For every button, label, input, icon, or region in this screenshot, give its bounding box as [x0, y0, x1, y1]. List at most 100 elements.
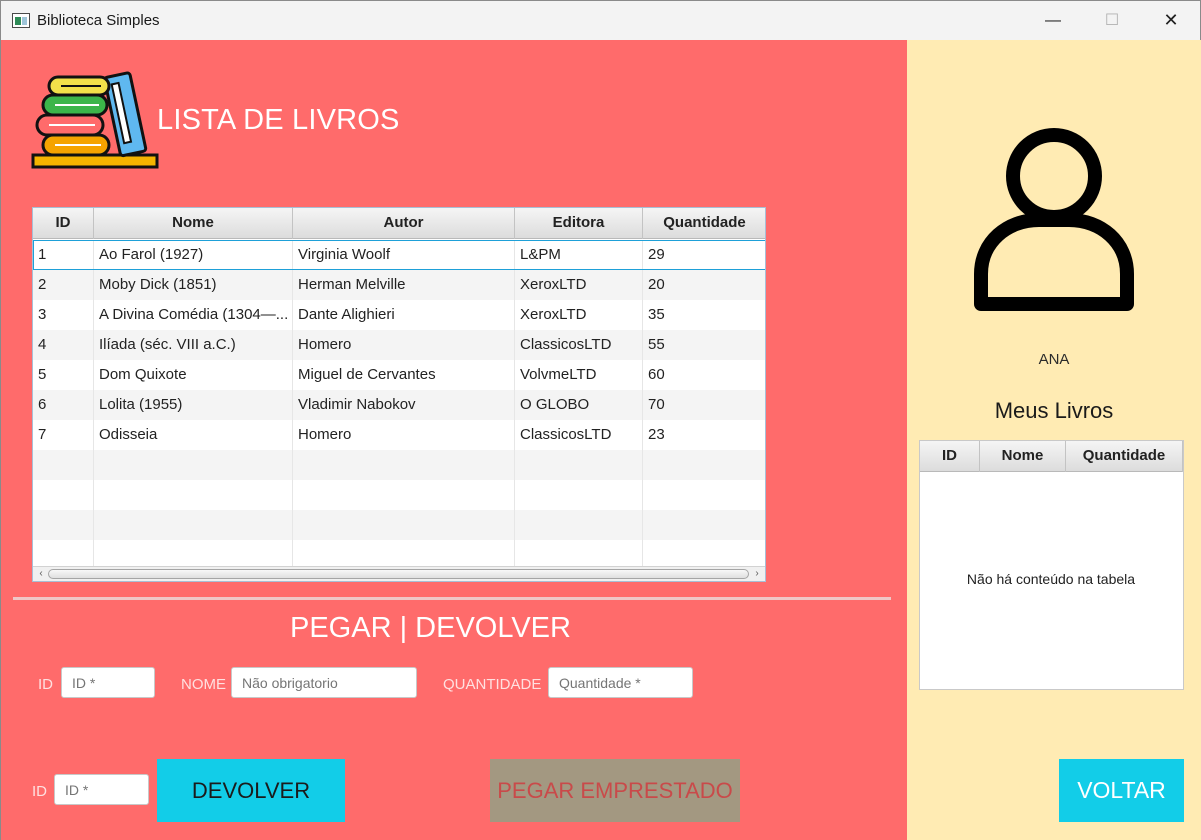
table-cell-autor: Dante Alighieri: [293, 300, 515, 330]
section-divider: [13, 597, 891, 600]
my-books-table-header: ID Nome Quantidade: [920, 441, 1183, 472]
table-cell-quantidade: [643, 510, 765, 540]
loan-id-label: ID: [38, 676, 53, 693]
my-books-table[interactable]: ID Nome Quantidade Não há conteúdo na tabe…: [919, 440, 1184, 690]
user-name: ANA: [1038, 351, 1070, 368]
return-id-input[interactable]: [54, 774, 149, 805]
table-cell-autor: [293, 450, 515, 480]
table-cell-editora: VolvmeLTD: [515, 360, 643, 390]
table-cell-autor: Homero: [293, 420, 515, 450]
table-cell-quantidade: 70: [643, 390, 765, 420]
books-icon: [31, 71, 159, 169]
table-cell-nome: Ilíada (séc. VIII a.C.): [94, 330, 293, 360]
table-cell-autor: [293, 510, 515, 540]
table-cell-nome: [94, 480, 293, 510]
table-cell-editora: [515, 480, 643, 510]
column-header[interactable]: Nome: [980, 441, 1066, 472]
table-cell-autor: Virginia Woolf: [293, 240, 515, 270]
loan-quantidade-input[interactable]: [548, 667, 693, 698]
voltar-button[interactable]: VOLTAR: [1059, 759, 1184, 822]
horizontal-scrollbar[interactable]: ‹ ›: [33, 566, 765, 581]
table-cell-quantidade: 60: [643, 360, 765, 390]
user-panel: ANA Meus Livros ID Nome Quantidade Não há …: [907, 40, 1201, 840]
app-window: Biblioteca Simples — ☐ ✕ LISTA DE LIVROS…: [0, 0, 1201, 840]
table-cell-editora: [515, 510, 643, 540]
column-header[interactable]: Quantidade: [1066, 441, 1183, 472]
books-table-header: ID Nome Autor Editora Quantidade: [33, 208, 765, 239]
scroll-right-icon[interactable]: ›: [750, 567, 764, 581]
column-header[interactable]: Nome: [94, 208, 293, 239]
user-icon: [974, 128, 1134, 311]
table-cell-editora: ClassicosLTD: [515, 330, 643, 360]
loan-section-title: PEGAR | DEVOLVER: [290, 612, 571, 644]
table-cell-editora: O GLOBO: [515, 390, 643, 420]
table-cell-nome: [94, 450, 293, 480]
minimize-button[interactable]: —: [1024, 1, 1082, 40]
table-cell-nome: [94, 510, 293, 540]
pegar-emprestado-button[interactable]: PEGAR EMPRESTADO: [490, 759, 740, 822]
empty-table-message: Não há conteúdo na tabela: [966, 571, 1136, 587]
column-header[interactable]: ID: [920, 441, 980, 472]
scroll-left-icon[interactable]: ‹: [34, 567, 48, 581]
table-cell-id: [33, 450, 94, 480]
books-table[interactable]: ID Nome Autor Editora Quantidade 1 Ao Farol (…: [32, 207, 766, 582]
app-icon: [12, 13, 30, 28]
table-row[interactable]: 7 Odisseia Homero ClassicosLTD 23: [33, 420, 765, 450]
table-cell-autor: Miguel de Cervantes: [293, 360, 515, 390]
table-row[interactable]: 6 Lolita (1955) Vladimir Nabokov O GLOBO 70: [33, 390, 765, 420]
table-cell-autor: Vladimir Nabokov: [293, 390, 515, 420]
empty-table-row[interactable]: [33, 450, 765, 480]
table-cell-quantidade: 20: [643, 270, 765, 300]
table-cell-id: [33, 480, 94, 510]
table-cell-editora: ClassicosLTD: [515, 420, 643, 450]
my-books-title: Meus Livros: [994, 398, 1114, 423]
table-cell-id: 4: [33, 330, 94, 360]
table-cell-quantidade: [643, 450, 765, 480]
table-row[interactable]: 2 Moby Dick (1851) Herman Melville XeroxLTD…: [33, 270, 765, 300]
table-cell-autor: Homero: [293, 330, 515, 360]
maximize-button[interactable]: ☐: [1083, 1, 1141, 40]
table-cell-id: 1: [33, 240, 94, 270]
table-cell-quantidade: 55: [643, 330, 765, 360]
loan-id-input[interactable]: [61, 667, 155, 698]
column-header[interactable]: Quantidade: [643, 208, 765, 239]
devolver-button[interactable]: DEVOLVER: [157, 759, 345, 822]
table-row[interactable]: 5 Dom Quixote Miguel de Cervantes VolvmeLTD…: [33, 360, 765, 390]
table-cell-nome: A Divina Comédia (1304—...: [94, 300, 293, 330]
empty-table-row[interactable]: [33, 510, 765, 540]
loan-quantidade-label: QUANTIDADE: [443, 676, 542, 693]
table-cell-nome: Dom Quixote: [94, 360, 293, 390]
close-button[interactable]: ✕: [1142, 1, 1200, 40]
table-row[interactable]: 4 Ilíada (séc. VIII a.C.) Homero ClassicosL…: [33, 330, 765, 360]
table-cell-editora: L&PM: [515, 240, 643, 270]
empty-table-row[interactable]: [33, 480, 765, 510]
table-cell-editora: XeroxLTD: [515, 270, 643, 300]
table-cell-autor: Herman Melville: [293, 270, 515, 300]
table-cell-nome: Moby Dick (1851): [94, 270, 293, 300]
table-cell-id: 3: [33, 300, 94, 330]
table-cell-editora: XeroxLTD: [515, 300, 643, 330]
table-cell-quantidade: 29: [643, 240, 765, 270]
column-header[interactable]: ID: [33, 208, 94, 239]
table-row[interactable]: 1 Ao Farol (1927) Virginia Woolf L&PM 29: [33, 240, 765, 270]
page-title: LISTA DE LIVROS: [157, 104, 400, 136]
table-cell-quantidade: [643, 480, 765, 510]
table-cell-quantidade: 23: [643, 420, 765, 450]
return-id-label: ID: [32, 783, 47, 800]
title-bar: Biblioteca Simples — ☐ ✕: [1, 1, 1200, 40]
column-header[interactable]: Editora: [515, 208, 643, 239]
table-cell-nome: Lolita (1955): [94, 390, 293, 420]
table-cell-id: 7: [33, 420, 94, 450]
window-title: Biblioteca Simples: [37, 12, 160, 29]
books-panel: LISTA DE LIVROS ID Nome Autor Editora Quanti…: [1, 40, 907, 840]
table-cell-autor: [293, 480, 515, 510]
loan-nome-label: NOME: [181, 676, 226, 693]
table-row[interactable]: 3A Divina Comédia (1304—... Dante Alighie…: [33, 300, 765, 330]
table-cell-editora: [515, 450, 643, 480]
column-header[interactable]: Autor: [293, 208, 515, 239]
table-cell-id: 2: [33, 270, 94, 300]
table-cell-nome: Ao Farol (1927): [94, 240, 293, 270]
scrollbar-thumb[interactable]: [48, 569, 749, 579]
loan-nome-input[interactable]: [231, 667, 417, 698]
table-cell-quantidade: 35: [643, 300, 765, 330]
